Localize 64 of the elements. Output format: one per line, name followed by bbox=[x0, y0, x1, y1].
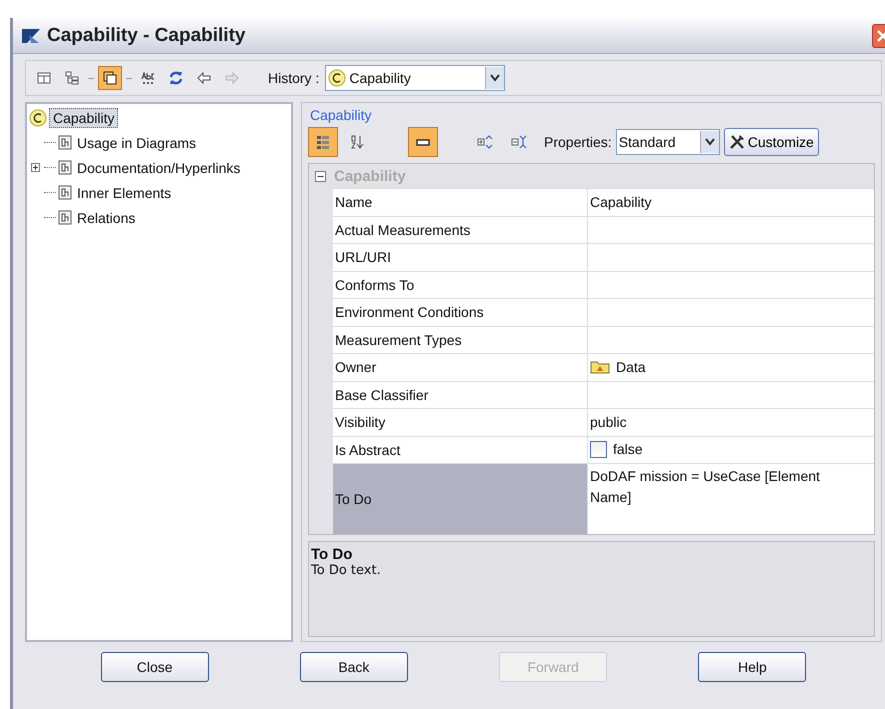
collapse-all-icon bbox=[511, 134, 527, 150]
app-logo-icon bbox=[21, 26, 41, 44]
property-value[interactable]: Capability bbox=[590, 192, 652, 213]
property-value[interactable]: false bbox=[613, 439, 643, 460]
tree-item[interactable]: Capability bbox=[49, 108, 118, 128]
property-value[interactable]: public bbox=[590, 412, 627, 433]
value-cell[interactable] bbox=[588, 326, 874, 353]
sort-icon bbox=[349, 134, 365, 150]
refresh-icon bbox=[168, 70, 184, 86]
value-cell[interactable] bbox=[588, 299, 874, 326]
capability-icon bbox=[29, 109, 47, 127]
property-value[interactable]: Data bbox=[616, 356, 646, 378]
dialog-button[interactable]: Close bbox=[100, 652, 209, 682]
group-header: Capability bbox=[334, 168, 406, 184]
property-name[interactable]: Owner bbox=[333, 354, 588, 380]
history-dropdown[interactable]: Capability bbox=[325, 65, 506, 91]
property-name[interactable]: To Do bbox=[333, 464, 588, 534]
tree-item[interactable]: Documentation/Hyperlinks bbox=[74, 158, 244, 176]
spell-check-icon bbox=[140, 70, 156, 86]
document-icon bbox=[58, 160, 72, 175]
folder-icon bbox=[590, 360, 610, 374]
collapse-icon bbox=[315, 170, 326, 182]
tree-item[interactable]: Inner Elements bbox=[74, 184, 174, 202]
property-name[interactable]: Actual Measurements bbox=[333, 216, 588, 243]
toolbar-button[interactable] bbox=[98, 66, 122, 90]
dialog-button[interactable]: Back bbox=[300, 652, 408, 682]
value-cell[interactable] bbox=[588, 382, 874, 408]
history-label: History : bbox=[268, 70, 320, 86]
property-name[interactable]: Base Classifier bbox=[333, 382, 588, 408]
capability-icon bbox=[328, 69, 346, 87]
toolbar-button[interactable] bbox=[408, 127, 438, 157]
property-name[interactable]: Conforms To bbox=[333, 272, 588, 298]
value-cell[interactable] bbox=[588, 216, 874, 243]
description-title: To Do bbox=[311, 546, 354, 563]
value-cell[interactable] bbox=[588, 244, 874, 270]
document-icon bbox=[58, 210, 72, 225]
document-icon bbox=[58, 185, 72, 200]
properties-dropdown[interactable]: Standard bbox=[616, 129, 720, 155]
property-name[interactable]: Is Abstract bbox=[333, 436, 588, 463]
categorized-icon bbox=[315, 134, 331, 150]
property-name[interactable]: URL/URI bbox=[333, 244, 588, 270]
document-icon bbox=[58, 135, 72, 150]
property-name[interactable]: Visibility bbox=[333, 409, 588, 436]
property-name[interactable]: Name bbox=[333, 189, 588, 216]
right-arrow-icon bbox=[224, 70, 240, 86]
tree-item[interactable]: Usage in Diagrams bbox=[74, 134, 200, 152]
group-title: Capability bbox=[310, 107, 372, 123]
dialog-button[interactable]: Help bbox=[698, 652, 806, 682]
properties-label: Properties: bbox=[544, 134, 612, 150]
property-name[interactable]: Environment Conditions bbox=[333, 299, 588, 326]
tree-item[interactable]: Relations bbox=[74, 208, 138, 226]
windows-icon bbox=[102, 70, 118, 86]
tools-icon bbox=[728, 134, 745, 150]
description-text: To Do text. bbox=[311, 563, 382, 578]
checkbox[interactable] bbox=[590, 441, 607, 458]
table-icon bbox=[36, 70, 52, 86]
expand-all-icon bbox=[477, 134, 493, 150]
property-name[interactable]: Measurement Types bbox=[333, 326, 588, 353]
tree-icon bbox=[64, 70, 80, 86]
window-title: Capability - Capability bbox=[47, 24, 246, 46]
customize-button[interactable]: Customize bbox=[724, 128, 819, 156]
left-arrow-icon bbox=[196, 70, 212, 86]
value-cell[interactable] bbox=[588, 272, 874, 298]
expand-icon bbox=[31, 163, 40, 172]
